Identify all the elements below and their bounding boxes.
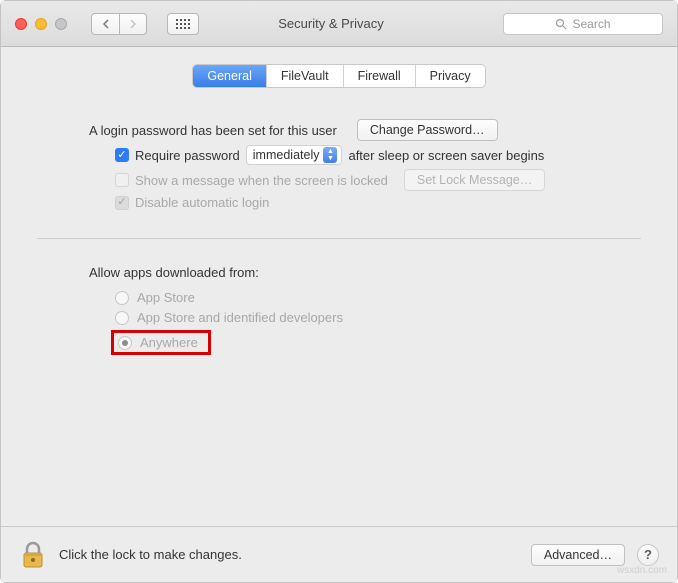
watermark: wsxdn.com <box>617 565 667 576</box>
tab-bar: General FileVault Firewall Privacy <box>193 65 484 87</box>
change-password-button[interactable]: Change Password… <box>357 119 498 141</box>
radio-identified <box>115 311 129 325</box>
lock-text: Click the lock to make changes. <box>59 547 242 562</box>
radio-anywhere <box>118 336 132 350</box>
tab-privacy[interactable]: Privacy <box>416 65 485 87</box>
set-lock-message-button: Set Lock Message… <box>404 169 545 191</box>
close-window-icon[interactable] <box>15 18 27 30</box>
select-stepper-icon: ▲▼ <box>323 147 337 163</box>
require-password-delay-value: immediately <box>253 148 320 162</box>
content-area: General FileVault Firewall Privacy A log… <box>1 47 677 526</box>
login-password-text: A login password has been set for this u… <box>89 123 337 138</box>
password-section: A login password has been set for this u… <box>19 105 659 232</box>
back-button[interactable] <box>91 13 119 35</box>
radio-appstore-label: App Store <box>137 290 195 305</box>
lock-icon[interactable] <box>19 540 47 570</box>
search-icon <box>555 18 567 30</box>
preferences-window: Security & Privacy Search General FileVa… <box>0 0 678 583</box>
allow-apps-heading: Allow apps downloaded from: <box>89 265 659 280</box>
allow-apps-option-anywhere: Anywhere <box>111 330 659 355</box>
zoom-window-icon <box>55 18 67 30</box>
require-password-suffix: after sleep or screen saver begins <box>348 148 544 163</box>
tab-general[interactable]: General <box>193 65 266 87</box>
window-title: Security & Privacy <box>169 16 493 31</box>
title-bar: Security & Privacy Search <box>1 1 677 47</box>
allow-apps-option-identified: App Store and identified developers <box>115 310 659 325</box>
footer-bar: Click the lock to make changes. Advanced… <box>1 526 677 582</box>
allow-apps-section: Allow apps downloaded from: App Store Ap… <box>19 239 659 378</box>
disable-auto-login-checkbox <box>115 196 129 210</box>
chevron-left-icon <box>102 19 110 29</box>
radio-anywhere-label: Anywhere <box>140 335 198 350</box>
chevron-right-icon <box>129 19 137 29</box>
advanced-button[interactable]: Advanced… <box>531 544 625 566</box>
anywhere-highlight: Anywhere <box>111 330 211 355</box>
show-message-checkbox <box>115 173 129 187</box>
tab-firewall[interactable]: Firewall <box>344 65 416 87</box>
window-controls <box>15 18 67 30</box>
radio-appstore <box>115 291 129 305</box>
require-password-checkbox[interactable] <box>115 148 129 162</box>
require-password-delay-select[interactable]: immediately ▲▼ <box>246 145 343 165</box>
require-password-row: Require password immediately ▲▼ after sl… <box>115 145 659 165</box>
disable-auto-login-label: Disable automatic login <box>135 195 269 210</box>
show-message-row: Show a message when the screen is locked… <box>115 169 659 191</box>
show-message-label: Show a message when the screen is locked <box>135 173 388 188</box>
help-button[interactable]: ? <box>637 544 659 566</box>
nav-back-forward <box>91 13 147 35</box>
minimize-window-icon[interactable] <box>35 18 47 30</box>
forward-button[interactable] <box>119 13 147 35</box>
require-password-label: Require password <box>135 148 240 163</box>
search-placeholder: Search <box>572 17 610 31</box>
tab-filevault[interactable]: FileVault <box>267 65 344 87</box>
allow-apps-option-appstore: App Store <box>115 290 659 305</box>
login-password-row: A login password has been set for this u… <box>89 119 659 141</box>
search-input[interactable]: Search <box>503 13 663 35</box>
disable-auto-login-row: Disable automatic login <box>115 195 659 210</box>
radio-identified-label: App Store and identified developers <box>137 310 343 325</box>
